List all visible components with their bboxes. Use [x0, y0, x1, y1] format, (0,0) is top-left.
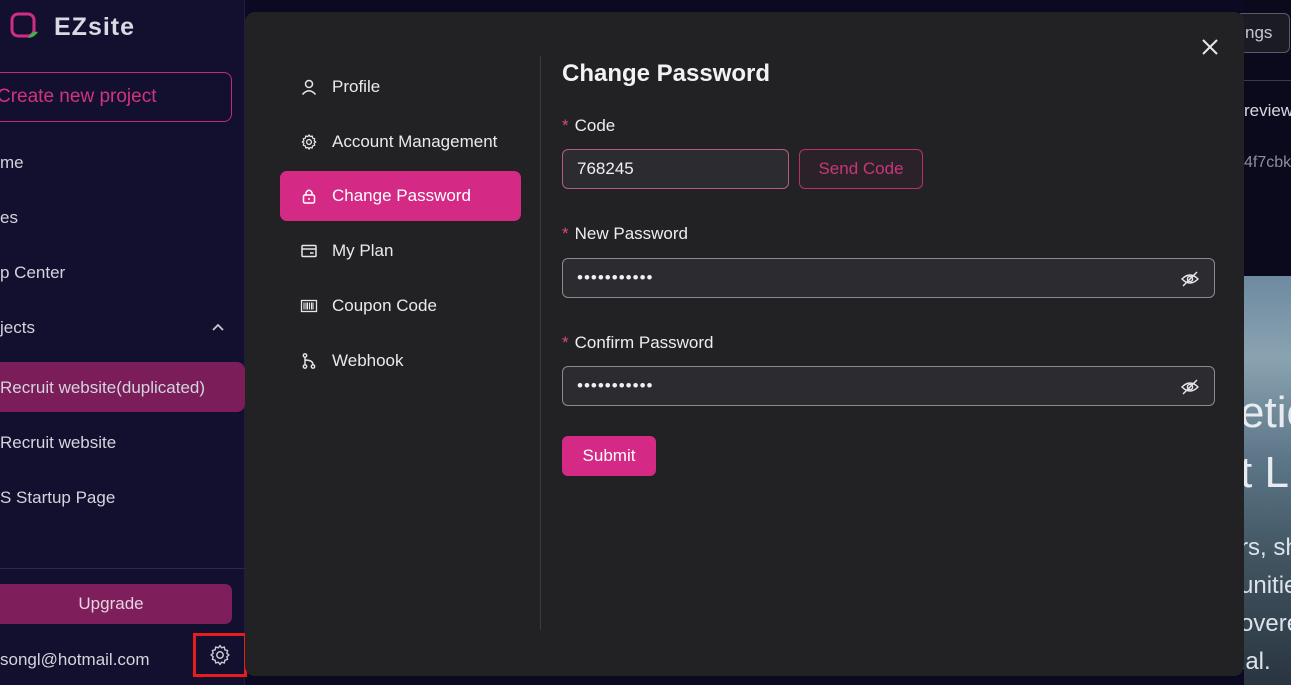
sidebar-item-label: me	[0, 153, 24, 172]
submit-button[interactable]: Submit	[562, 436, 656, 476]
project-item-recruit-website[interactable]: Recruit website	[0, 433, 116, 453]
project-item-label: S Startup Page	[0, 488, 116, 507]
logo-text: EZsite	[54, 12, 136, 41]
confirm-password-label-text: Confirm Password	[574, 333, 714, 352]
sidebar-item-templates[interactable]: es	[0, 208, 18, 228]
settings-modal: Profile Account Management Change Passwo…	[245, 12, 1244, 676]
menu-item-coupon-code[interactable]: Coupon Code	[280, 281, 521, 331]
user-email: songl@hotmail.com	[0, 650, 150, 669]
background-hero-subtext: ial.	[1240, 648, 1271, 675]
confirm-password-label: * Confirm Password	[562, 333, 714, 353]
gear-icon	[300, 133, 318, 151]
new-password-label: * New Password	[562, 224, 688, 244]
create-project-button[interactable]: Create new project	[0, 72, 232, 122]
required-mark: *	[562, 116, 569, 135]
sidebar-item-projects[interactable]: jects	[0, 318, 35, 338]
code-input-value: 768245	[577, 159, 634, 178]
settings-button[interactable]	[193, 633, 247, 677]
code-input[interactable]: 768245	[562, 149, 789, 189]
sidebar-item-label: jects	[0, 318, 35, 337]
send-code-button[interactable]: Send Code	[799, 149, 923, 189]
gear-icon	[210, 644, 230, 666]
create-project-label: Create new project	[0, 86, 157, 107]
menu-item-label: My Plan	[332, 241, 394, 260]
chevron-up-icon[interactable]	[210, 319, 226, 340]
confirm-password-value: •••••••••••	[577, 376, 654, 395]
project-item-label: Recruit website(duplicated)	[0, 378, 206, 397]
eye-hidden-icon[interactable]	[1180, 269, 1200, 289]
background-hero-subtext: overe	[1240, 610, 1291, 637]
lock-icon	[300, 187, 318, 205]
project-item-label: Recruit website	[0, 433, 117, 452]
background-settings-button[interactable]: ngs	[1236, 13, 1290, 53]
new-password-input[interactable]: •••••••••••	[562, 258, 1215, 298]
menu-item-label: Account Management	[332, 132, 498, 151]
confirm-password-input[interactable]: •••••••••••	[562, 366, 1215, 406]
background-settings-label: ngs	[1245, 23, 1273, 42]
eye-hidden-icon[interactable]	[1180, 377, 1200, 397]
required-mark: *	[562, 224, 569, 243]
menu-item-profile[interactable]: Profile	[280, 62, 521, 112]
upgrade-label: Upgrade	[78, 594, 144, 613]
required-mark: *	[562, 333, 569, 352]
background-hero-subtext: rs, sh	[1240, 534, 1291, 561]
app-sidebar: EZsite Create new project me es p Center…	[0, 0, 247, 685]
project-item-startup-page[interactable]: S Startup Page	[0, 488, 115, 508]
menu-item-label: Change Password	[332, 186, 471, 205]
code-label: * Code	[562, 116, 615, 136]
menu-item-my-plan[interactable]: My Plan	[280, 226, 521, 276]
webhook-icon	[300, 352, 318, 370]
background-hero-text: t L	[1240, 448, 1289, 497]
menu-item-account-management[interactable]: Account Management	[280, 117, 521, 167]
form-title: Change Password	[562, 60, 771, 87]
menu-item-label: Profile	[332, 77, 381, 96]
background-hash-text: 4f7cbk	[1244, 154, 1291, 171]
menu-item-label: Webhook	[332, 351, 404, 370]
close-button[interactable]	[1197, 34, 1223, 60]
submit-label: Submit	[582, 446, 636, 465]
sidebar-item-label: p Center	[0, 263, 66, 282]
logo[interactable]: EZsite	[10, 12, 135, 42]
modal-divider	[540, 56, 541, 630]
card-icon	[300, 242, 318, 260]
background-preview-tab[interactable]: review	[1244, 101, 1291, 121]
ezsite-logo-icon	[10, 12, 40, 42]
new-password-label-text: New Password	[574, 224, 688, 243]
new-password-value: •••••••••••	[577, 268, 654, 287]
menu-item-label: Coupon Code	[332, 296, 437, 315]
background-hero-text: etic	[1240, 388, 1291, 437]
background-divider	[1244, 80, 1291, 81]
close-icon	[1202, 39, 1218, 55]
sidebar-item-label: es	[0, 208, 18, 227]
send-code-label: Send Code	[818, 159, 904, 178]
code-label-text: Code	[574, 116, 616, 135]
sidebar-divider	[0, 568, 245, 569]
user-icon	[300, 78, 318, 96]
sidebar-item-help-center[interactable]: p Center	[0, 263, 65, 283]
barcode-icon	[300, 297, 318, 315]
sidebar-item-home[interactable]: me	[0, 153, 24, 173]
menu-item-change-password[interactable]: Change Password	[280, 171, 521, 221]
background-hero-subtext: unitie	[1240, 572, 1291, 599]
menu-item-webhook[interactable]: Webhook	[280, 336, 521, 386]
project-item-recruit-duplicated[interactable]: Recruit website(duplicated)	[0, 378, 205, 398]
upgrade-button[interactable]: Upgrade	[0, 584, 232, 624]
